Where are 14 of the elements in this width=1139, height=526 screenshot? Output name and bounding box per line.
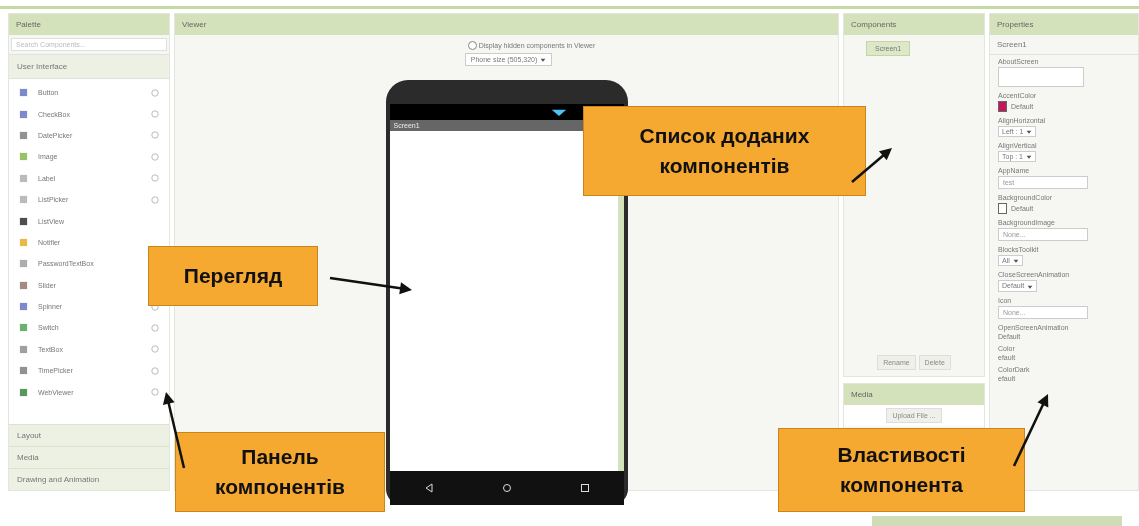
panel-title: Components	[844, 14, 984, 35]
category-header[interactable]: Media	[9, 446, 169, 468]
callout-label: Перегляд	[148, 246, 318, 306]
panel-title: Viewer	[175, 14, 838, 35]
category-header[interactable]: User Interface	[9, 54, 169, 79]
panel-title: Media	[844, 384, 984, 405]
callout-label: Список доданих компонентів	[583, 106, 866, 196]
category-header[interactable]: Drawing and Animation	[9, 468, 169, 490]
component-name: Screen1	[990, 35, 1138, 55]
callout-label: Властивості компонента	[778, 428, 1025, 512]
category-header[interactable]: Layout	[9, 424, 169, 446]
callout-label: Панель компонентів	[175, 432, 385, 512]
panel-title: Properties	[990, 14, 1138, 35]
panel-title: Palette	[9, 14, 169, 35]
